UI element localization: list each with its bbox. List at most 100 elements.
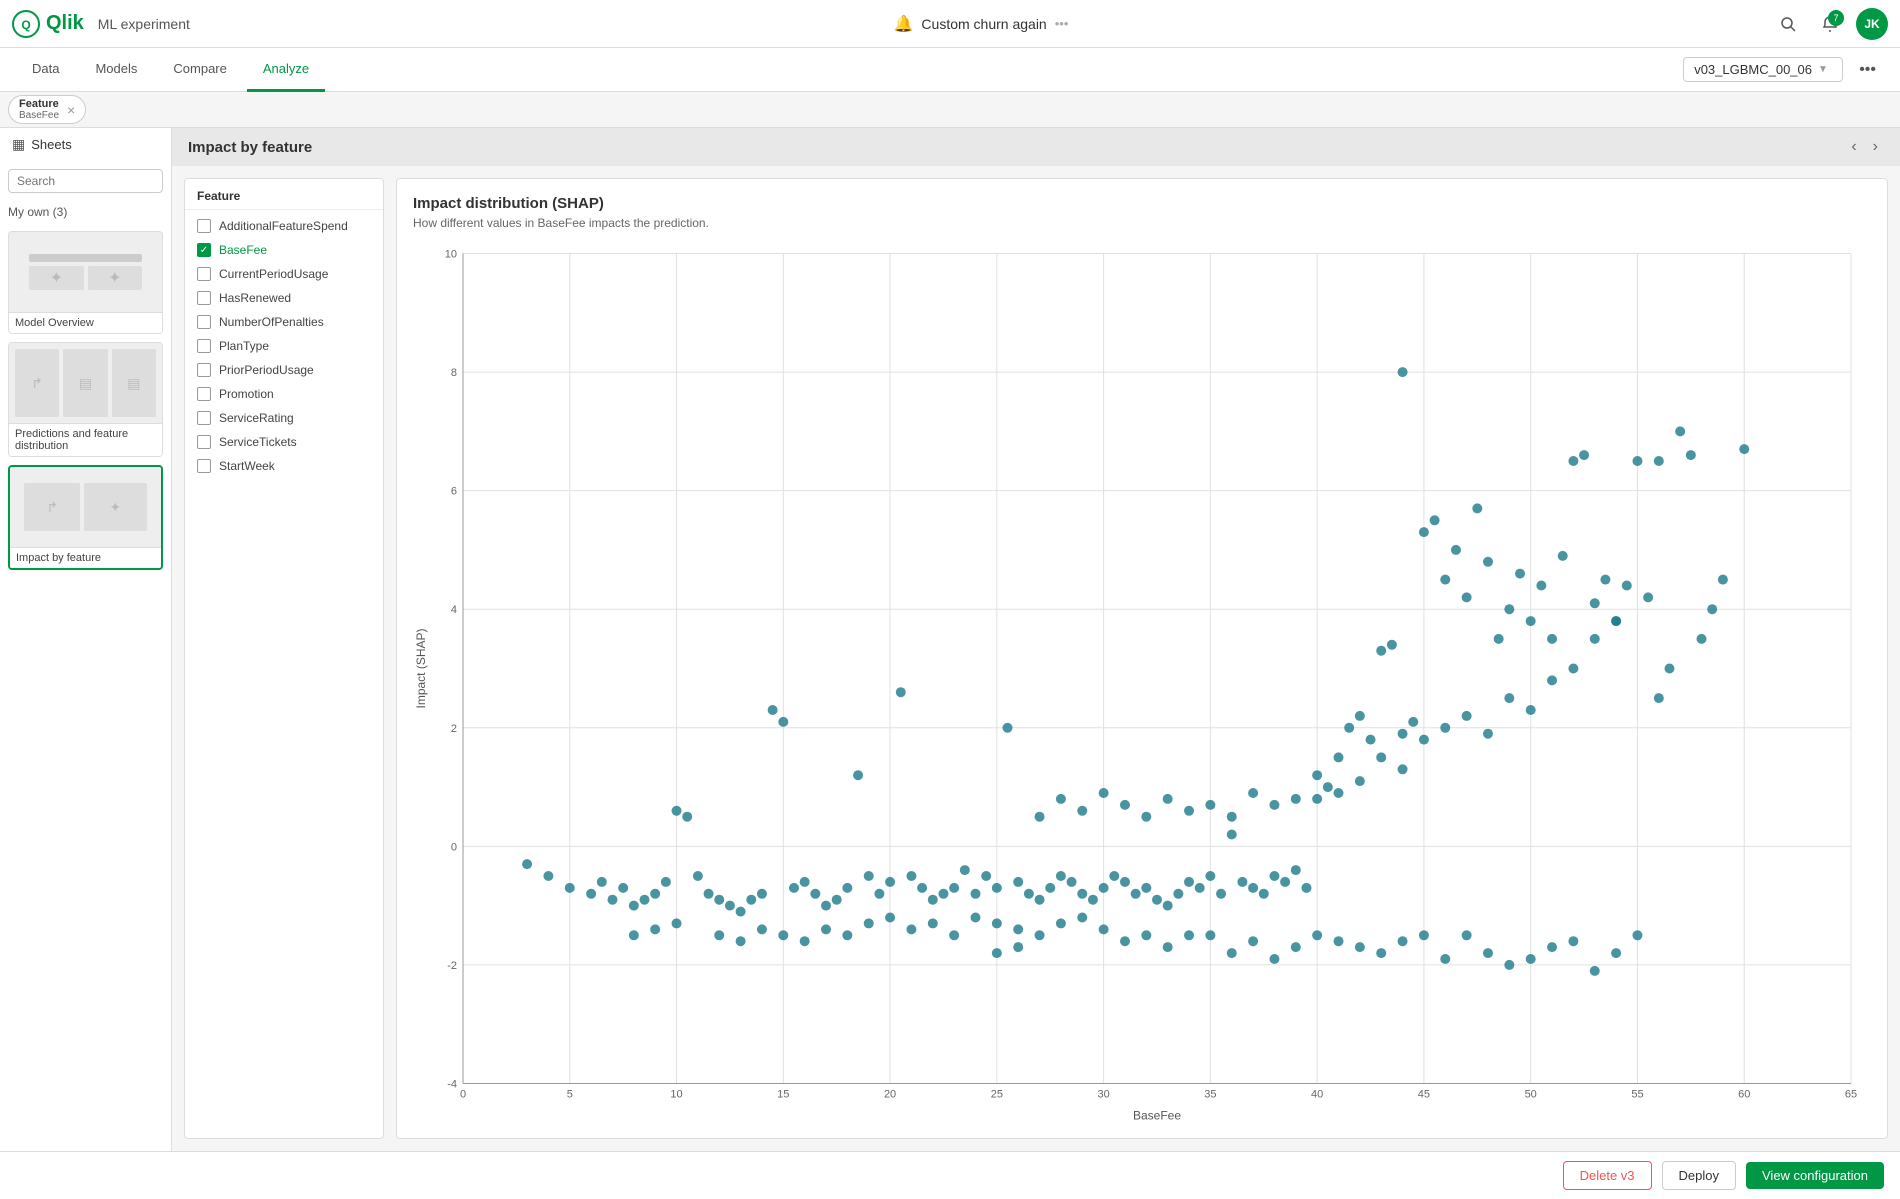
scatter-dot [693,871,703,881]
model-more-button[interactable]: ••• [1851,57,1884,83]
delete-button[interactable]: Delete v3 [1563,1161,1652,1190]
topbar-right: 7 JK [1772,8,1888,40]
feature-item-promotion[interactable]: Promotion [185,382,383,406]
scatter-dot [543,871,553,881]
feature-item-servicerating[interactable]: ServiceRating [185,406,383,430]
deploy-button[interactable]: Deploy [1662,1161,1736,1190]
scatter-dot [1568,456,1578,466]
scatter-dot [1451,545,1461,555]
scatter-dot [1013,942,1023,952]
scatter-dot [714,930,724,940]
view-config-button[interactable]: View configuration [1746,1162,1884,1189]
scatter-dot [778,930,788,940]
scatter-dot [640,895,650,905]
avatar[interactable]: JK [1856,8,1888,40]
feature-checkbox [197,339,211,353]
scatter-dot [1184,806,1194,816]
chart-subtitle: How different values in BaseFee impacts … [413,216,1871,230]
feature-label: AdditionalFeatureSpend [219,219,348,233]
scatter-dot [1312,770,1322,780]
svg-text:50: 50 [1525,1089,1537,1101]
scatter-dot [1462,592,1472,602]
scatter-dot [1697,634,1707,644]
main-area: ▦ Sheets My own (3) ✦ ✦ [0,128,1900,1151]
topbar-center: 🔔 Custom churn again ••• [200,14,1762,34]
model-select-dropdown[interactable]: v03_LGBMC_00_06 ▼ [1683,57,1843,82]
chip-bar: Feature BaseFee × [0,92,1900,128]
svg-text:0: 0 [451,841,457,853]
feature-item-hasrenewed[interactable]: HasRenewed [185,286,383,310]
scatter-dot [1099,883,1109,893]
nav-prev-button[interactable]: ‹ [1845,136,1862,158]
scatter-dot [1056,918,1066,928]
chevron-down-icon: ▼ [1818,64,1828,75]
svg-text:4: 4 [451,604,457,616]
feature-item-numberofpenalties[interactable]: NumberOfPenalties [185,310,383,334]
scatter-dot [1632,930,1642,940]
svg-text:35: 35 [1204,1089,1216,1101]
sheet-card-model-overview[interactable]: ✦ ✦ Model Overview [8,231,163,334]
scatter-dot [1643,592,1653,602]
scatter-dot [928,918,938,928]
feature-label: BaseFee [219,243,267,257]
scatter-dot [1654,456,1664,466]
feature-item-startweek[interactable]: StartWeek [185,454,383,478]
active-chip: Feature BaseFee × [8,95,86,124]
scatter-dot [1590,966,1600,976]
feature-item-currentperiodusage[interactable]: CurrentPeriodUsage [185,262,383,286]
scatter-dot [1504,960,1514,970]
scatter-dot [1632,456,1642,466]
scatter-dot [970,889,980,899]
scatter-dot [800,877,810,887]
feature-panel-title: Feature [185,179,383,210]
alert-icon: 🔔 [894,14,914,34]
notification-badge: 7 [1828,10,1844,26]
sheet-card-predictions-label: Predictions and feature distribution [9,423,162,456]
scatter-dot [1184,930,1194,940]
close-chip-button[interactable]: × [65,103,77,117]
scatter-dot [1526,705,1536,715]
tab-models[interactable]: Models [79,48,153,92]
feature-checkbox [197,291,211,305]
nav-next-button[interactable]: › [1867,136,1884,158]
tab-compare[interactable]: Compare [157,48,242,92]
scatter-dot [1536,581,1546,591]
scatter-dot [586,889,596,899]
search-button[interactable] [1772,8,1804,40]
scatter-dot [1163,794,1173,804]
feature-label: Promotion [219,387,274,401]
tab-data[interactable]: Data [16,48,75,92]
scatter-dot [938,889,948,899]
scatter-dot [896,687,906,697]
feature-item-priorperiodusage[interactable]: PriorPeriodUsage [185,358,383,382]
scatter-dot [629,901,639,911]
more-options-icon[interactable]: ••• [1055,16,1069,31]
feature-item-additionalfeaturespend[interactable]: AdditionalFeatureSpend [185,214,383,238]
svg-text:-2: -2 [447,960,457,972]
sheet-card-impact[interactable]: ↱ ✦ Impact by feature [8,465,163,570]
scatter-dot [1398,729,1408,739]
chip-subtitle: BaseFee [19,110,59,121]
scatter-dot [1462,711,1472,721]
scatter-dot [1600,575,1610,585]
scatter-dot [842,883,852,893]
feature-item-basefee[interactable]: ✓BaseFee [185,238,383,262]
scatter-dot [1013,924,1023,934]
qlik-logo: Q Qlik [12,10,84,38]
scatter-dot [1408,717,1418,727]
scatter-dot [1558,551,1568,561]
sidebar-search-input[interactable] [8,169,163,193]
sheet-card-predictions[interactable]: ↱ ▤ ▤ Predictions and feature distributi… [8,342,163,457]
scatter-dot [1163,942,1173,952]
feature-item-servicetickets[interactable]: ServiceTickets [185,430,383,454]
feature-item-plantype[interactable]: PlanType [185,334,383,358]
qlik-wordmark: Qlik [46,12,84,35]
scatter-dot [1035,895,1045,905]
scatter-dot [1024,889,1034,899]
tab-analyze[interactable]: Analyze [247,48,325,92]
notification-button[interactable]: 7 [1814,8,1846,40]
scatter-dot [1440,954,1450,964]
scatter-dot [672,918,682,928]
sheets-button[interactable]: ▦ Sheets [0,128,171,161]
scatter-dot [1526,954,1536,964]
